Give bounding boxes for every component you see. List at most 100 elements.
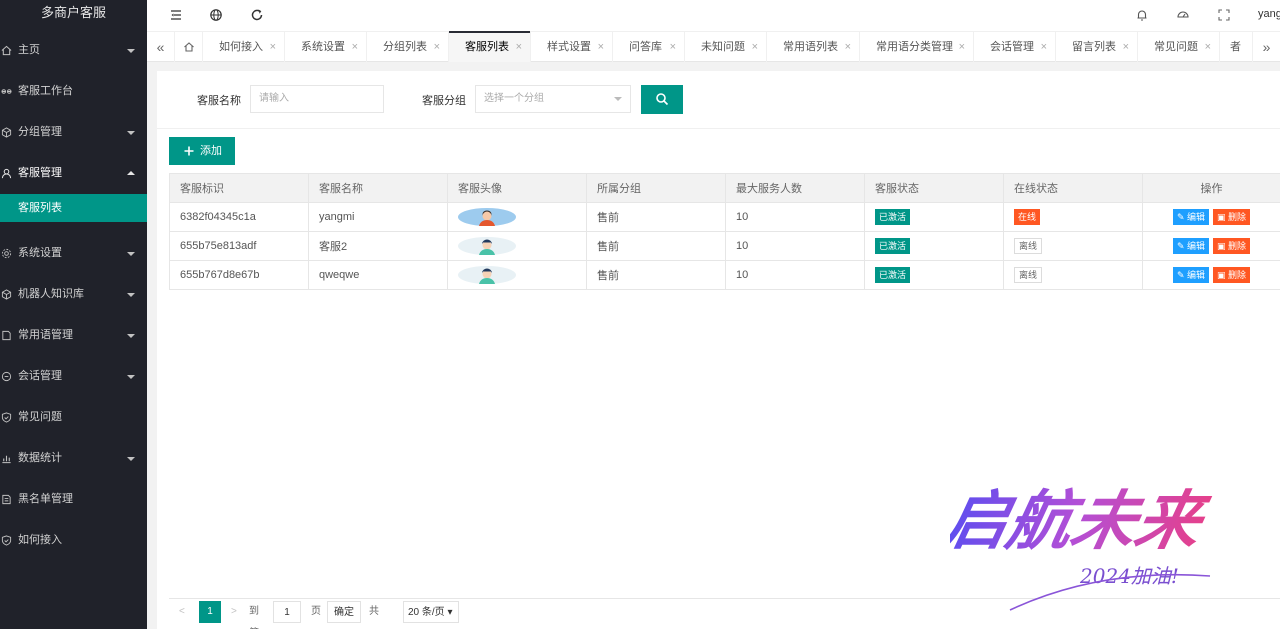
avatar — [458, 266, 516, 284]
tab-home-icon[interactable] — [175, 32, 203, 62]
pager-size-value: 20 条/页 — [408, 607, 445, 618]
tab-item[interactable]: 会话管理 × — [974, 32, 1056, 62]
sidebar-item[interactable]: 分组管理 — [0, 112, 147, 153]
add-button[interactable]: 添加 — [169, 137, 235, 165]
tab-item[interactable]: 常用语列表 × — [767, 32, 860, 62]
tab-label: 系统设置 — [301, 41, 345, 53]
close-icon[interactable]: × — [516, 32, 522, 62]
close-icon[interactable]: × — [270, 32, 276, 62]
sidebar-item[interactable]: 如何接入 — [0, 520, 147, 561]
tab-scroll-left-icon[interactable]: « — [147, 32, 175, 62]
delete-label: 删除 — [1228, 241, 1247, 251]
tab-item[interactable]: 样式设置 × — [531, 32, 613, 62]
refresh-icon[interactable] — [250, 8, 264, 22]
shield-icon — [1, 412, 12, 423]
sidebar-item[interactable]: 客服工作台 — [0, 71, 147, 112]
watermark-main-text: 启航未来 — [950, 484, 1216, 559]
tab-item[interactable]: 问答库 × — [613, 32, 685, 62]
close-icon[interactable]: × — [959, 32, 965, 62]
theme-icon[interactable] — [1176, 8, 1190, 22]
watermark-logo: 启航未来 2024加油! — [950, 484, 1216, 611]
sidebar-item[interactable]: 主页 — [0, 30, 147, 71]
delete-button[interactable]: ▣ 删除 — [1213, 238, 1251, 254]
column-header: 客服名称 — [308, 173, 448, 203]
close-icon[interactable]: × — [1205, 32, 1211, 62]
column-header: 在线状态 — [1003, 173, 1143, 203]
sidebar-item[interactable]: 会话管理 — [0, 356, 147, 397]
sidebar-subitem-active[interactable]: 客服列表 — [0, 194, 147, 222]
group-select[interactable]: 选择一个分组 — [475, 85, 631, 113]
globe-icon[interactable] — [209, 8, 223, 22]
sidebar-item[interactable]: 数据统计 — [0, 438, 147, 479]
pager-size-select[interactable]: 20 条/页 ▾ — [403, 601, 459, 623]
tab-item[interactable]: 常用语分类管理 × — [860, 32, 974, 62]
edit-button[interactable]: ✎ 编辑 — [1172, 209, 1210, 225]
close-icon[interactable]: × — [352, 32, 358, 62]
trash-icon: ▣ — [1217, 241, 1229, 251]
tab-item[interactable]: 常见问题 × — [1138, 32, 1220, 62]
delete-button[interactable]: ▣ 删除 — [1213, 267, 1251, 283]
sidebar-item-label: 如何接入 — [18, 534, 62, 546]
avatar — [458, 208, 516, 226]
sidebar: 多商户客服 主页 客服工作台 分组管理 客服管理 客服列表 系统设置 机器人知识库 常用语管理… — [0, 0, 147, 629]
tab-item[interactable]: 如何接入 × — [203, 32, 285, 62]
tab-item[interactable]: 者 — [1220, 32, 1250, 62]
sidebar-item[interactable]: 黑名单管理 — [0, 479, 147, 520]
sidebar-item[interactable]: 机器人知识库 — [0, 274, 147, 315]
sidebar-item-label: 常见问题 — [18, 411, 62, 423]
tab-scroll-right-icon[interactable]: » — [1252, 32, 1280, 62]
sidebar-item-label: 黑名单管理 — [18, 493, 73, 505]
group-label: 客服分组 — [422, 95, 466, 107]
close-icon[interactable]: × — [1123, 32, 1129, 62]
watermark-sub-text: 2024加油! — [1079, 564, 1179, 588]
search-icon — [656, 93, 669, 106]
search-button[interactable] — [641, 85, 683, 114]
tab-item[interactable]: 系统设置 × — [285, 32, 367, 62]
pager-goto-input[interactable]: 1 — [273, 601, 301, 623]
tab-item[interactable]: 分组列表 × — [367, 32, 449, 62]
pager-next-icon[interactable]: > — [231, 601, 237, 623]
sidebar-item[interactable]: 客服管理 — [0, 153, 147, 194]
close-icon[interactable]: × — [1041, 32, 1047, 62]
tab-label: 分组列表 — [383, 41, 427, 53]
edit-button[interactable]: ✎ 编辑 — [1172, 267, 1210, 283]
group-select-placeholder: 选择一个分组 — [484, 93, 544, 104]
user-name[interactable]: yangmi — [1258, 8, 1280, 20]
cell-group: 售前 — [586, 231, 726, 261]
cell-actions: ✎ 编辑 ▣ 删除 — [1142, 260, 1280, 290]
close-icon[interactable]: × — [670, 32, 676, 62]
close-icon[interactable]: × — [752, 32, 758, 62]
top-header: yangmi — [147, 0, 1280, 31]
status-badge: 已激活 — [875, 238, 911, 254]
pager-page-1[interactable]: 1 — [199, 601, 221, 623]
online-badge: 离线 — [1014, 238, 1043, 254]
chevron-down-icon — [127, 457, 135, 461]
tab-item[interactable]: 留言列表 × — [1056, 32, 1138, 62]
sidebar-item[interactable]: 常用语管理 — [0, 315, 147, 356]
edit-button[interactable]: ✎ 编辑 — [1172, 238, 1210, 254]
tab-item[interactable]: 未知问题 × — [685, 32, 767, 62]
pager-prev-icon[interactable]: < — [179, 601, 185, 623]
tab-label: 常用语列表 — [783, 41, 838, 53]
name-search-input[interactable]: 请输入 — [250, 85, 384, 113]
status-badge: 已激活 — [875, 209, 911, 225]
name-label: 客服名称 — [197, 95, 241, 107]
close-icon[interactable]: × — [598, 32, 604, 62]
sidebar-item-label: 会话管理 — [18, 370, 62, 382]
tab-bar: « 如何接入 × 系统设置 × 分组列表 × 客服列表 × 样式设置 × 问答库 × 未知问题 × 常用语列… — [147, 31, 1280, 62]
sidebar-item[interactable]: 常见问题 — [0, 397, 147, 438]
close-icon[interactable]: × — [434, 32, 440, 62]
menu-fold-icon[interactable] — [169, 8, 183, 22]
tab-item[interactable]: 客服列表 × — [449, 31, 531, 62]
column-header: 所属分组 — [586, 173, 726, 203]
column-header: 最大服务人数 — [725, 173, 865, 203]
cell-status: 已激活 — [864, 231, 1004, 261]
tab-label: 客服列表 — [465, 41, 509, 53]
bell-icon[interactable] — [1135, 8, 1149, 22]
sidebar-item[interactable]: 系统设置 — [0, 233, 147, 274]
close-icon[interactable]: × — [845, 32, 851, 62]
delete-button[interactable]: ▣ 删除 — [1213, 209, 1251, 225]
fullscreen-icon[interactable] — [1217, 8, 1231, 22]
pager-confirm-button[interactable]: 确定 — [327, 601, 361, 623]
